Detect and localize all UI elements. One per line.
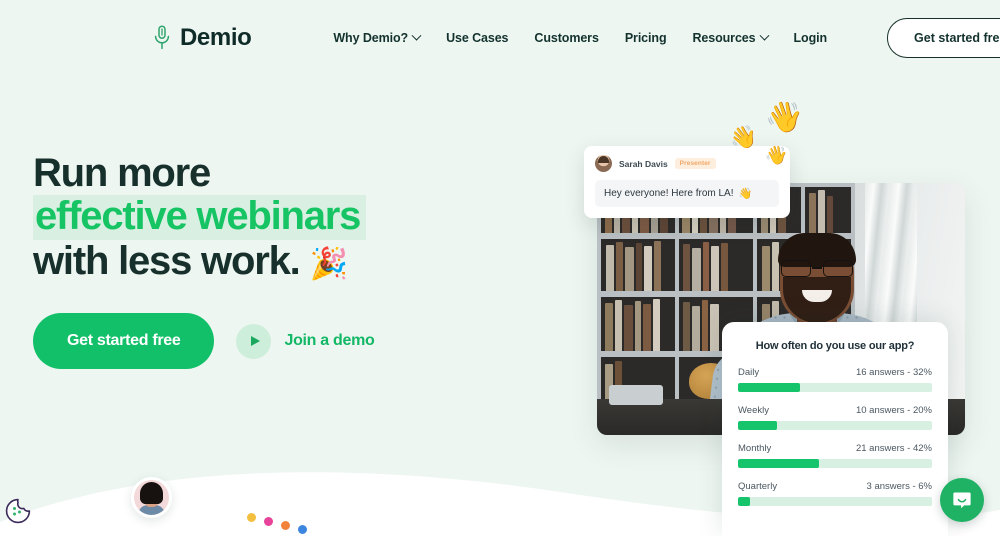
poll-progress-fill <box>738 383 801 392</box>
decor-dot <box>264 517 273 526</box>
chat-widget-button[interactable] <box>940 478 984 522</box>
poll-question: How often do you use our app? <box>755 340 915 352</box>
nav-item-resources[interactable]: Resources <box>692 30 769 45</box>
nav-get-started-button[interactable]: Get started free <box>887 18 1000 58</box>
poll-option-count: 21 answers - 42% <box>855 443 932 454</box>
poll-results-card: How often do you use our app? Daily 16 a… <box>722 322 948 536</box>
attendee-avatar <box>131 477 172 518</box>
main-nav: Why Demio? Use Cases Customers Pricing R… <box>333 18 1000 58</box>
waving-hand-icon: 👋 <box>728 123 759 152</box>
poll-option-count: 10 answers - 20% <box>855 405 932 416</box>
chat-author-name: Sarah Davis <box>619 158 668 169</box>
poll-progress-track <box>738 459 932 468</box>
poll-progress-track <box>738 383 932 392</box>
chat-message-bubble: Hey everyone! Here from LA! 👋 <box>595 180 779 207</box>
poll-row: Weekly 10 answers - 20% <box>738 405 932 430</box>
chat-bubble-icon <box>953 492 971 509</box>
waving-hand-icon: 👋 <box>762 97 807 138</box>
brand-name: Demio <box>180 24 252 51</box>
join-demo-link[interactable]: Join a demo <box>236 323 375 359</box>
nav-label: Use Cases <box>446 31 509 45</box>
cookie-consent-icon[interactable] <box>5 498 31 524</box>
poll-row: Quarterly 3 answers - 6% <box>738 481 932 506</box>
glasses-icon <box>779 260 855 277</box>
decor-dot <box>247 513 256 522</box>
nav-label: Customers <box>534 31 599 45</box>
poll-option-label: Monthly <box>738 443 772 454</box>
hero-cta-row: Get started free Join a demo <box>33 313 453 369</box>
headline-highlight: effective webinars <box>33 195 367 240</box>
poll-progress-fill <box>738 421 777 430</box>
site-header: Demio Why Demio? Use Cases Customers Pri… <box>0 0 1000 76</box>
microphone-icon <box>152 25 172 51</box>
poll-row: Monthly 21 answers - 42% <box>738 443 932 468</box>
nav-item-why-demio[interactable]: Why Demio? <box>333 30 422 45</box>
poll-option-count: 3 answers - 6% <box>866 481 932 492</box>
hero-section: Run more effective webinars with less wo… <box>33 152 453 369</box>
status-badge: Presenter <box>674 158 716 169</box>
headline-line-3: with less work. <box>33 239 301 283</box>
nav-item-login[interactable]: Login <box>794 31 828 45</box>
play-icon[interactable] <box>236 323 272 359</box>
nav-item-pricing[interactable]: Pricing <box>625 31 667 45</box>
chat-message-text: Hey everyone! Here from LA! <box>604 188 734 199</box>
join-demo-label: Join a demo <box>284 332 375 349</box>
confetti-icon: 🎉 <box>309 246 348 281</box>
brand-logo[interactable]: Demio <box>152 24 252 52</box>
nav-label: Resources <box>692 31 756 45</box>
hero-get-started-button[interactable]: Get started free <box>33 313 215 369</box>
waving-hand-icon: 👋 <box>738 188 753 200</box>
poll-progress-track <box>738 421 932 430</box>
chevron-down-icon <box>411 30 422 41</box>
nav-label: Login <box>793 31 828 45</box>
poll-row: Daily 16 answers - 32% <box>738 367 932 392</box>
chat-message-card: Sarah Davis Presenter Hey everyone! Here… <box>584 146 790 218</box>
poll-progress-fill <box>738 497 750 506</box>
nav-item-use-cases[interactable]: Use Cases <box>446 31 508 45</box>
poll-option-label: Quarterly <box>738 481 778 492</box>
poll-progress-track <box>738 497 932 506</box>
decor-dot <box>298 525 307 534</box>
poll-option-count: 16 answers - 32% <box>855 367 932 378</box>
page-title: Run more effective webinars with less wo… <box>33 152 453 285</box>
poll-progress-fill <box>738 459 820 468</box>
poll-option-label: Daily <box>738 367 760 378</box>
nav-label: Why Demio? <box>333 31 409 45</box>
avatar <box>595 155 612 172</box>
poll-option-label: Weekly <box>738 405 769 416</box>
headline-line-1: Run more <box>33 151 211 195</box>
chevron-down-icon <box>759 30 769 41</box>
decor-dot <box>281 521 290 530</box>
chat-header: Sarah Davis Presenter <box>595 155 779 172</box>
nav-label: Pricing <box>624 31 667 45</box>
nav-item-customers[interactable]: Customers <box>534 31 599 45</box>
